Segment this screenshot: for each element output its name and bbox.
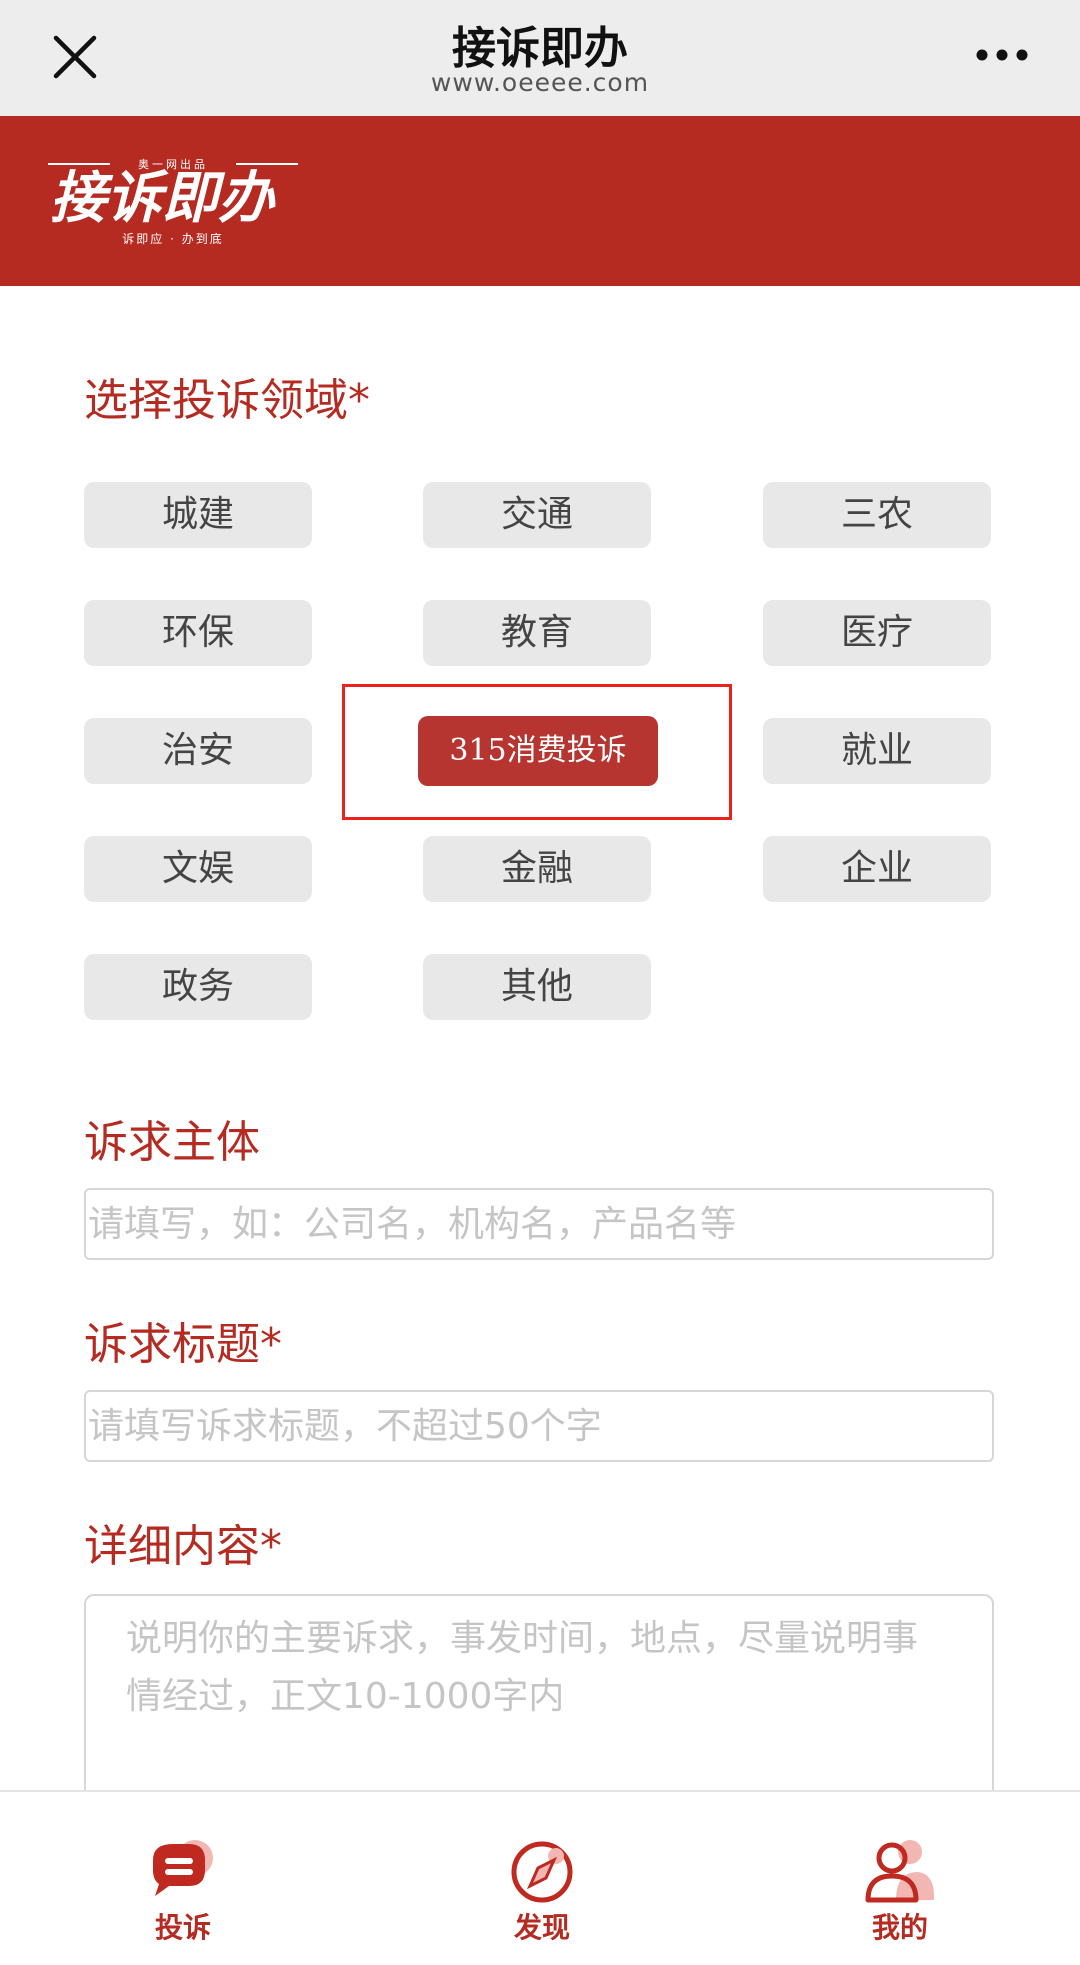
- bottom-tab-bar: 投诉 发现 我的: [0, 1790, 1080, 1965]
- chat-bubble-icon: [143, 1830, 223, 1910]
- subject-input[interactable]: [84, 1188, 994, 1260]
- title-label: 诉求标题*: [84, 1319, 282, 1370]
- category-button-security[interactable]: 治安: [84, 718, 312, 784]
- tab-discover[interactable]: 发现: [442, 1792, 642, 1965]
- detail-label: 详细内容*: [84, 1521, 282, 1572]
- category-button-traffic[interactable]: 交通: [423, 482, 651, 548]
- more-options-icon[interactable]: [974, 40, 1030, 70]
- category-button-agriculture[interactable]: 三农: [763, 482, 991, 548]
- category-button-finance[interactable]: 金融: [423, 836, 651, 902]
- brand-logo: 奥一网出品 接诉即办 诉即应 · 办到底: [48, 156, 298, 246]
- compass-icon: [502, 1830, 582, 1910]
- category-button-government[interactable]: 政务: [84, 954, 312, 1020]
- subject-label: 诉求主体: [84, 1117, 260, 1168]
- brand-banner: 奥一网出品 接诉即办 诉即应 · 办到底: [0, 116, 1080, 286]
- category-button-other[interactable]: 其他: [423, 954, 651, 1020]
- logo-wordmark: 接诉即办: [50, 166, 274, 231]
- tab-mine[interactable]: 我的: [800, 1792, 1000, 1965]
- title-input[interactable]: [84, 1390, 994, 1462]
- logo-tagline-bottom: 诉即应 · 办到底: [122, 232, 224, 246]
- category-button-medical[interactable]: 医疗: [763, 600, 991, 666]
- user-icon: [860, 1830, 940, 1910]
- tab-mine-label: 我的: [871, 1911, 928, 1944]
- category-button-urban[interactable]: 城建: [84, 482, 312, 548]
- category-button-environment[interactable]: 环保: [84, 600, 312, 666]
- category-button-education[interactable]: 教育: [423, 600, 651, 666]
- page-title: 接诉即办: [452, 23, 628, 74]
- top-nav-bar: 接诉即办 www.oeeee.com: [0, 0, 1080, 116]
- category-button-enterprise[interactable]: 企业: [763, 836, 991, 902]
- category-button-employment[interactable]: 就业: [763, 718, 991, 784]
- tab-discover-label: 发现: [513, 1911, 570, 1944]
- category-button-consumer-complaint[interactable]: 315消费投诉: [418, 716, 658, 786]
- tab-complaint-label: 投诉: [154, 1911, 211, 1944]
- category-button-entertainment[interactable]: 文娱: [84, 836, 312, 902]
- category-section-title: 选择投诉领域*: [84, 375, 370, 426]
- page-url: www.oeeee.com: [430, 68, 650, 97]
- tab-complaint[interactable]: 投诉: [83, 1792, 283, 1965]
